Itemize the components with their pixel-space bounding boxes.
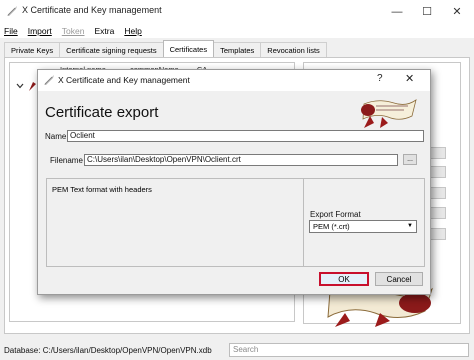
tab-certificates[interactable]: Certificates xyxy=(162,40,215,57)
dialog-help-button[interactable]: ? xyxy=(377,73,383,84)
search-input[interactable]: Search xyxy=(229,343,469,357)
main-title-bar: X Certificate and Key management — ☐ ✕ xyxy=(0,0,474,23)
ok-button[interactable]: OK xyxy=(319,272,369,286)
tab-revocation-lists[interactable]: Revocation lists xyxy=(260,42,327,57)
minimize-button[interactable]: — xyxy=(382,0,412,23)
certificate-export-dialog: X Certificate and Key management ? ✕ Cer… xyxy=(37,69,431,295)
menu-token[interactable]: Token xyxy=(62,26,85,36)
expand-chevron-icon[interactable] xyxy=(16,83,24,89)
menu-import[interactable]: Import xyxy=(28,26,52,36)
name-field[interactable]: Oclient xyxy=(67,130,424,142)
export-format-value: PEM (*.crt) xyxy=(313,222,350,231)
browse-button[interactable]: ... xyxy=(403,154,417,165)
cancel-button[interactable]: Cancel xyxy=(375,272,423,286)
dialog-app-icon xyxy=(44,75,54,85)
tab-private-keys[interactable]: Private Keys xyxy=(4,42,61,57)
filename-label: Filename xyxy=(50,156,83,165)
app-logo-icon xyxy=(7,6,17,16)
export-format-label: Export Format xyxy=(310,210,361,219)
close-button[interactable]: ✕ xyxy=(442,0,472,23)
format-description: PEM Text format with headers xyxy=(52,185,152,194)
maximize-button[interactable]: ☐ xyxy=(412,0,442,23)
window-title: X Certificate and Key management xyxy=(22,5,162,15)
menu-help[interactable]: Help xyxy=(124,26,141,36)
chevron-down-icon: ▼ xyxy=(407,223,413,229)
menu-bar: File Import Token Extra Help xyxy=(0,23,474,38)
database-path: Database: C:/Users/ilan/Desktop/OpenVPN/… xyxy=(4,346,212,355)
menu-file[interactable]: File xyxy=(4,26,18,36)
format-description-box: PEM Text format with headers xyxy=(46,178,328,267)
filename-field[interactable]: C:\Users\ilan\Desktop\OpenVPN\Oclient.cr… xyxy=(84,154,398,166)
dialog-heading: Certificate export xyxy=(45,104,159,121)
certificate-seal-icon xyxy=(361,99,417,128)
dialog-close-button[interactable]: ✕ xyxy=(405,72,414,85)
tab-csr[interactable]: Certificate signing requests xyxy=(59,42,164,57)
certificate-icon xyxy=(29,82,36,91)
dialog-title-bar: X Certificate and Key management ? ✕ xyxy=(38,70,430,91)
tab-templates[interactable]: Templates xyxy=(213,42,262,57)
export-format-select[interactable]: PEM (*.crt) ▼ xyxy=(309,220,417,233)
menu-extra[interactable]: Extra xyxy=(94,26,114,36)
dialog-title: X Certificate and Key management xyxy=(58,75,190,85)
tab-bar: Private Keys Certificate signing request… xyxy=(4,40,327,57)
name-label: Name xyxy=(45,132,67,141)
